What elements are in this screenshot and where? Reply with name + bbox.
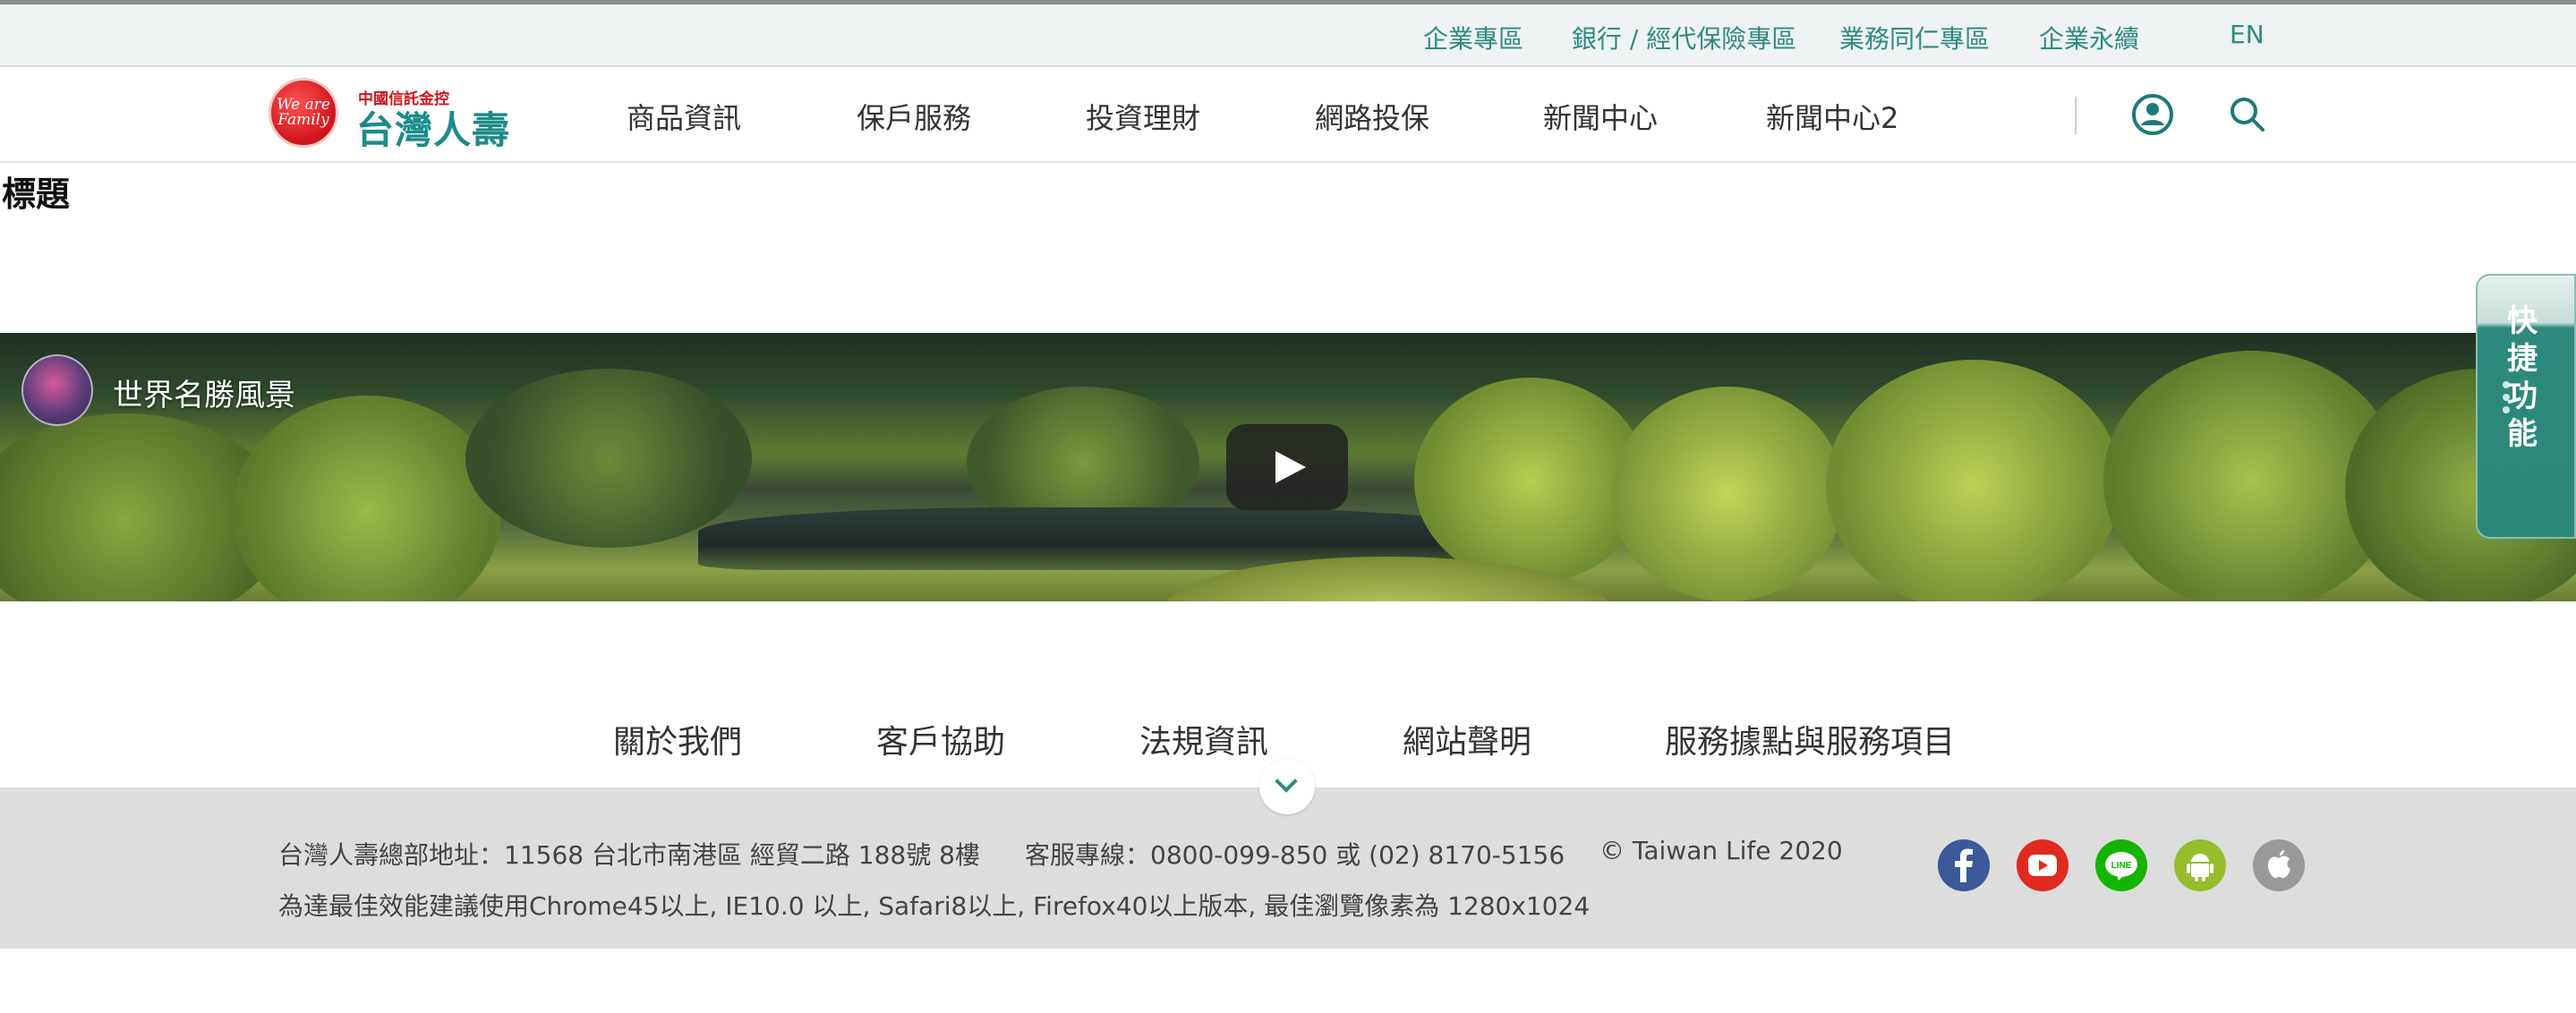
apple-icon[interactable] [2253, 839, 2305, 891]
link-enterprise[interactable]: 企業專區 [1423, 20, 1523, 55]
link-bank-broker[interactable]: 銀行 / 經代保險專區 [1572, 20, 1796, 55]
footer-link-about[interactable]: 關於我們 [613, 716, 742, 762]
footer-browser-note: 為達最佳效能建議使用Chrome45以上, IE10.0 以上, Safari8… [278, 891, 1591, 921]
top-utility-bar: 企業專區 銀行 / 經代保險專區 業務同仁專區 企業永續 EN [0, 4, 2576, 67]
svg-text:LINE: LINE [2111, 861, 2132, 871]
user-icon[interactable] [2130, 92, 2175, 137]
video-title[interactable]: 世界名勝風景 [113, 370, 295, 414]
nav-item-news-2[interactable]: 新聞中心2 [1766, 96, 1898, 137]
nav-divider [2075, 97, 2077, 134]
logo-emblem[interactable]: We are Family [269, 78, 338, 148]
nav-item-investment[interactable]: 投資理財 [1086, 96, 1200, 137]
play-icon[interactable] [1226, 424, 1348, 510]
main-header: We are Family 中國信託金控 台灣人壽 商品資訊 保戶服務 投資理財… [0, 67, 2576, 163]
video-player[interactable]: 世界名勝風景 [0, 333, 2576, 601]
logo-name[interactable]: 台灣人壽 [356, 100, 510, 155]
nav-item-news[interactable]: 新聞中心 [1543, 96, 1658, 137]
nav-item-products[interactable]: 商品資訊 [627, 96, 741, 137]
channel-avatar[interactable] [21, 354, 93, 426]
link-language-en[interactable]: EN [2230, 20, 2265, 49]
link-sustainability[interactable]: 企業永續 [2039, 20, 2139, 55]
page-title: 標題 [2, 175, 71, 214]
footer-hotline: 客服專線：0800-099-850 或 (02) 8170-5156 [1025, 840, 1565, 870]
android-icon[interactable] [2174, 839, 2226, 891]
footer-address: 台灣人壽總部地址：11568 台北市南港區 經貿二路 188號 8樓 [278, 840, 980, 870]
quick-function-tab[interactable]: 快捷功能 [2476, 274, 2576, 539]
line-icon[interactable]: LINE [2095, 839, 2147, 891]
nav-item-online-insurance[interactable]: 網路投保 [1315, 96, 1429, 137]
link-agent[interactable]: 業務同仁專區 [1839, 20, 1990, 55]
footer-link-service-locations[interactable]: 服務據點與服務項目 [1665, 716, 1955, 762]
chevron-down-icon[interactable] [1259, 759, 1315, 814]
search-icon[interactable] [2225, 92, 2270, 137]
footer-link-customer-help[interactable]: 客戶協助 [876, 716, 1005, 762]
youtube-icon[interactable] [2017, 839, 2068, 891]
quick-function-label: 快捷功能 [2507, 303, 2538, 452]
footer-link-disclaimer[interactable]: 網站聲明 [1403, 716, 1531, 762]
facebook-icon[interactable] [1938, 839, 1990, 891]
logo-emblem-text: We are Family [277, 96, 330, 129]
footer-copyright: © Taiwan Life 2020 [1599, 836, 1843, 865]
nav-item-policyholder[interactable]: 保戶服務 [857, 96, 971, 137]
footer-link-regulations[interactable]: 法規資訊 [1139, 716, 1268, 762]
